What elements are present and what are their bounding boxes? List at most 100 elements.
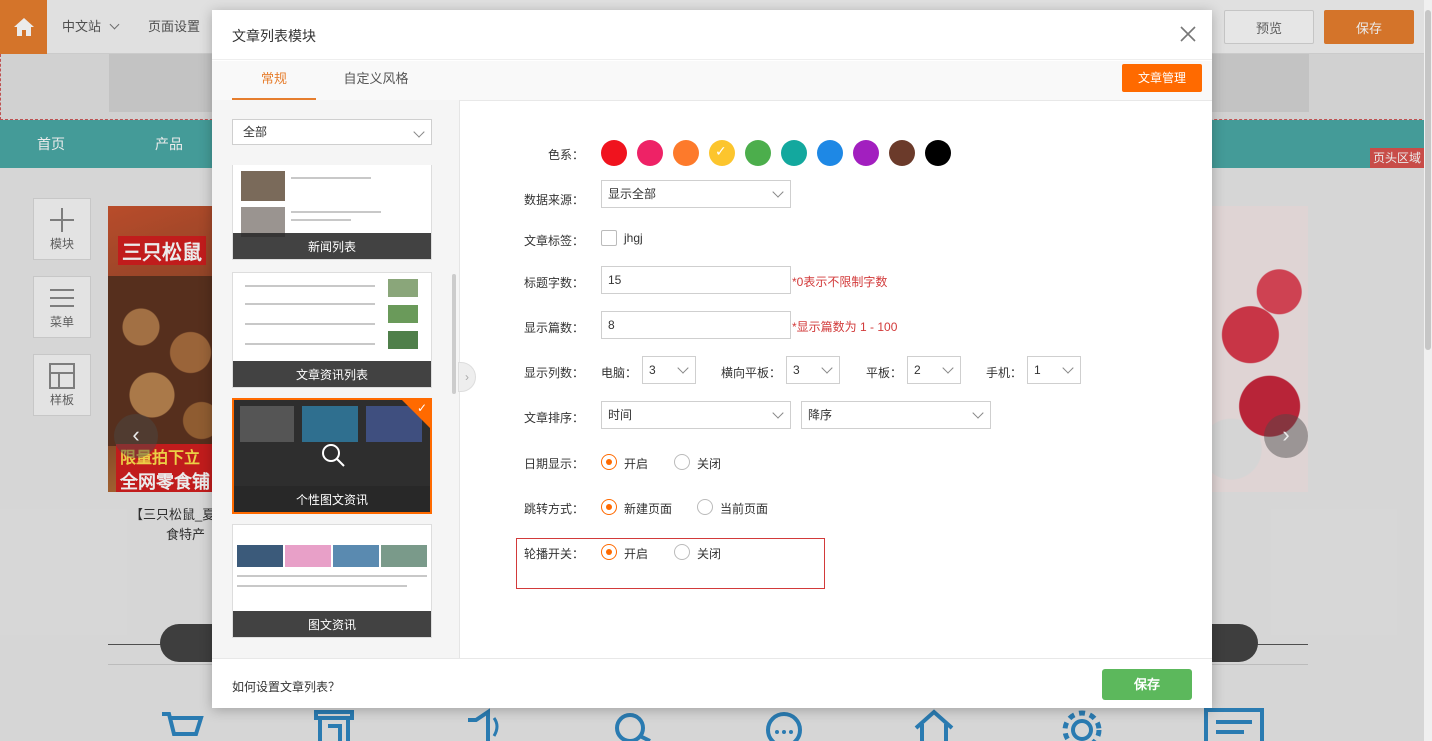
template-pane: 全部 新闻列表 文章资讯列表 ✓ 个性图文资讯 图文资讯 [212, 100, 460, 658]
sort-order-select[interactable]: 降序 [801, 401, 991, 429]
template-thumb-line [291, 177, 371, 179]
color-swatch[interactable] [745, 140, 771, 166]
template-thumb-line [245, 343, 375, 345]
template-thumb-line [237, 585, 407, 587]
source-label: 数据来源： [523, 193, 584, 207]
pc-columns-value: 3 [649, 363, 656, 377]
carousel-off-label: 关闭 [697, 547, 722, 561]
template-thumbnail [240, 406, 294, 442]
color-swatch[interactable] [817, 140, 843, 166]
template-thumb-line [245, 285, 375, 287]
color-swatch[interactable] [673, 140, 699, 166]
count-input[interactable]: 8 [601, 311, 791, 339]
jump-current-radio[interactable] [697, 499, 713, 515]
modal-footer: 如何设置文章列表？ 保存 [212, 658, 1212, 708]
color-swatch[interactable] [601, 140, 627, 166]
carousel-on-radio[interactable] [601, 544, 617, 560]
template-thumbnail [388, 331, 418, 349]
title-length-label: 标题字数： [523, 276, 584, 290]
template-article-info-list[interactable]: 文章资讯列表 [232, 272, 432, 388]
chevron-down-icon [413, 126, 425, 138]
template-thumbnail [285, 545, 331, 567]
template-thumbnail [302, 406, 358, 442]
pc-columns-select[interactable]: 3 [642, 356, 696, 384]
mobile-label: 手机： [986, 366, 1023, 380]
article-manage-button[interactable]: 文章管理 [1122, 64, 1202, 92]
sort-field-select[interactable]: 时间 [601, 401, 791, 429]
template-thumb-line [245, 323, 375, 325]
date-off-radio[interactable] [674, 454, 690, 470]
template-thumb-line [245, 303, 375, 305]
carousel-label: 轮播开关： [523, 547, 584, 561]
template-thumbnail [237, 545, 283, 567]
color-swatch[interactable] [889, 140, 915, 166]
date-display-label: 日期显示： [523, 457, 584, 471]
pc-label: 电脑： [601, 366, 638, 380]
tag-checkbox[interactable] [601, 230, 617, 246]
chevron-down-icon [821, 362, 833, 374]
source-select-value: 显示全部 [608, 187, 657, 201]
tablet-label: 平板： [866, 366, 903, 380]
tablet-columns-value: 2 [914, 363, 921, 377]
title-length-hint: *0表示不限制字数 [792, 275, 888, 289]
date-on-radio[interactable] [601, 454, 617, 470]
color-swatch[interactable] [925, 140, 951, 166]
template-filter-select[interactable]: 全部 [232, 119, 432, 145]
template-personal-image-news[interactable]: ✓ 个性图文资讯 [232, 398, 432, 514]
tag-label: 文章标签： [523, 234, 584, 248]
check-icon: ✓ [416, 401, 427, 415]
tablet-columns-select[interactable]: 2 [907, 356, 961, 384]
template-thumb-line [291, 219, 351, 221]
color-swatch[interactable] [637, 140, 663, 166]
color-swatch[interactable] [709, 140, 735, 166]
page-scrollbar[interactable] [1424, 0, 1432, 741]
tab-custom-style[interactable]: 自定义风格 [334, 61, 418, 100]
template-image-news[interactable]: 图文资讯 [232, 524, 432, 638]
mobile-columns-value: 1 [1034, 363, 1041, 377]
template-thumbnail [333, 545, 379, 567]
chevron-down-icon [1062, 362, 1074, 374]
mobile-columns-select[interactable]: 1 [1027, 356, 1081, 384]
color-swatch[interactable] [853, 140, 879, 166]
template-thumb-line [237, 575, 427, 577]
jump-new-radio[interactable] [601, 499, 617, 515]
title-length-input[interactable]: 15 [601, 266, 791, 294]
chevron-down-icon [677, 362, 689, 374]
collapse-pane-button[interactable]: › [458, 362, 476, 392]
htablet-columns-select[interactable]: 3 [786, 356, 840, 384]
sort-order-value: 降序 [808, 408, 833, 422]
chevron-down-icon [972, 407, 984, 419]
modal-title: 文章列表模块 [232, 28, 316, 44]
template-list: 新闻列表 文章资讯列表 ✓ 个性图文资讯 图文资讯 [232, 165, 432, 658]
date-off-label: 关闭 [697, 457, 722, 471]
page-scrollbar-thumb[interactable] [1425, 10, 1431, 350]
help-link[interactable]: 如何设置文章列表？ [232, 678, 340, 695]
zoom-icon[interactable] [320, 442, 346, 468]
template-label: 文章资讯列表 [233, 361, 431, 387]
template-label: 图文资讯 [233, 611, 431, 637]
template-news-list[interactable]: 新闻列表 [232, 165, 432, 260]
modal-header: 文章列表模块 [212, 10, 1212, 60]
chevron-down-icon [942, 362, 954, 374]
template-scrollbar[interactable] [452, 274, 456, 394]
sort-field-value: 时间 [608, 408, 633, 422]
carousel-off-radio[interactable] [674, 544, 690, 560]
color-swatch[interactable] [781, 140, 807, 166]
color-label: 色系： [547, 148, 584, 162]
template-thumbnail [388, 305, 418, 323]
template-thumbnail [241, 171, 285, 201]
chevron-down-icon [772, 186, 784, 198]
jump-new-label: 新建页面 [624, 502, 673, 516]
tab-general[interactable]: 常规 [232, 61, 316, 100]
template-thumb-line [291, 211, 381, 213]
htablet-columns-value: 3 [793, 363, 800, 377]
source-select[interactable]: 显示全部 [601, 180, 791, 208]
htablet-label: 横向平板： [721, 366, 782, 380]
carousel-on-label: 开启 [624, 547, 649, 561]
close-icon[interactable] [1178, 24, 1198, 44]
save-button[interactable]: 保存 [1102, 669, 1192, 700]
columns-label: 显示列数： [523, 366, 584, 380]
count-hint: *显示篇数为 1 - 100 [792, 320, 898, 334]
chevron-down-icon [772, 407, 784, 419]
count-label: 显示篇数： [523, 321, 584, 335]
